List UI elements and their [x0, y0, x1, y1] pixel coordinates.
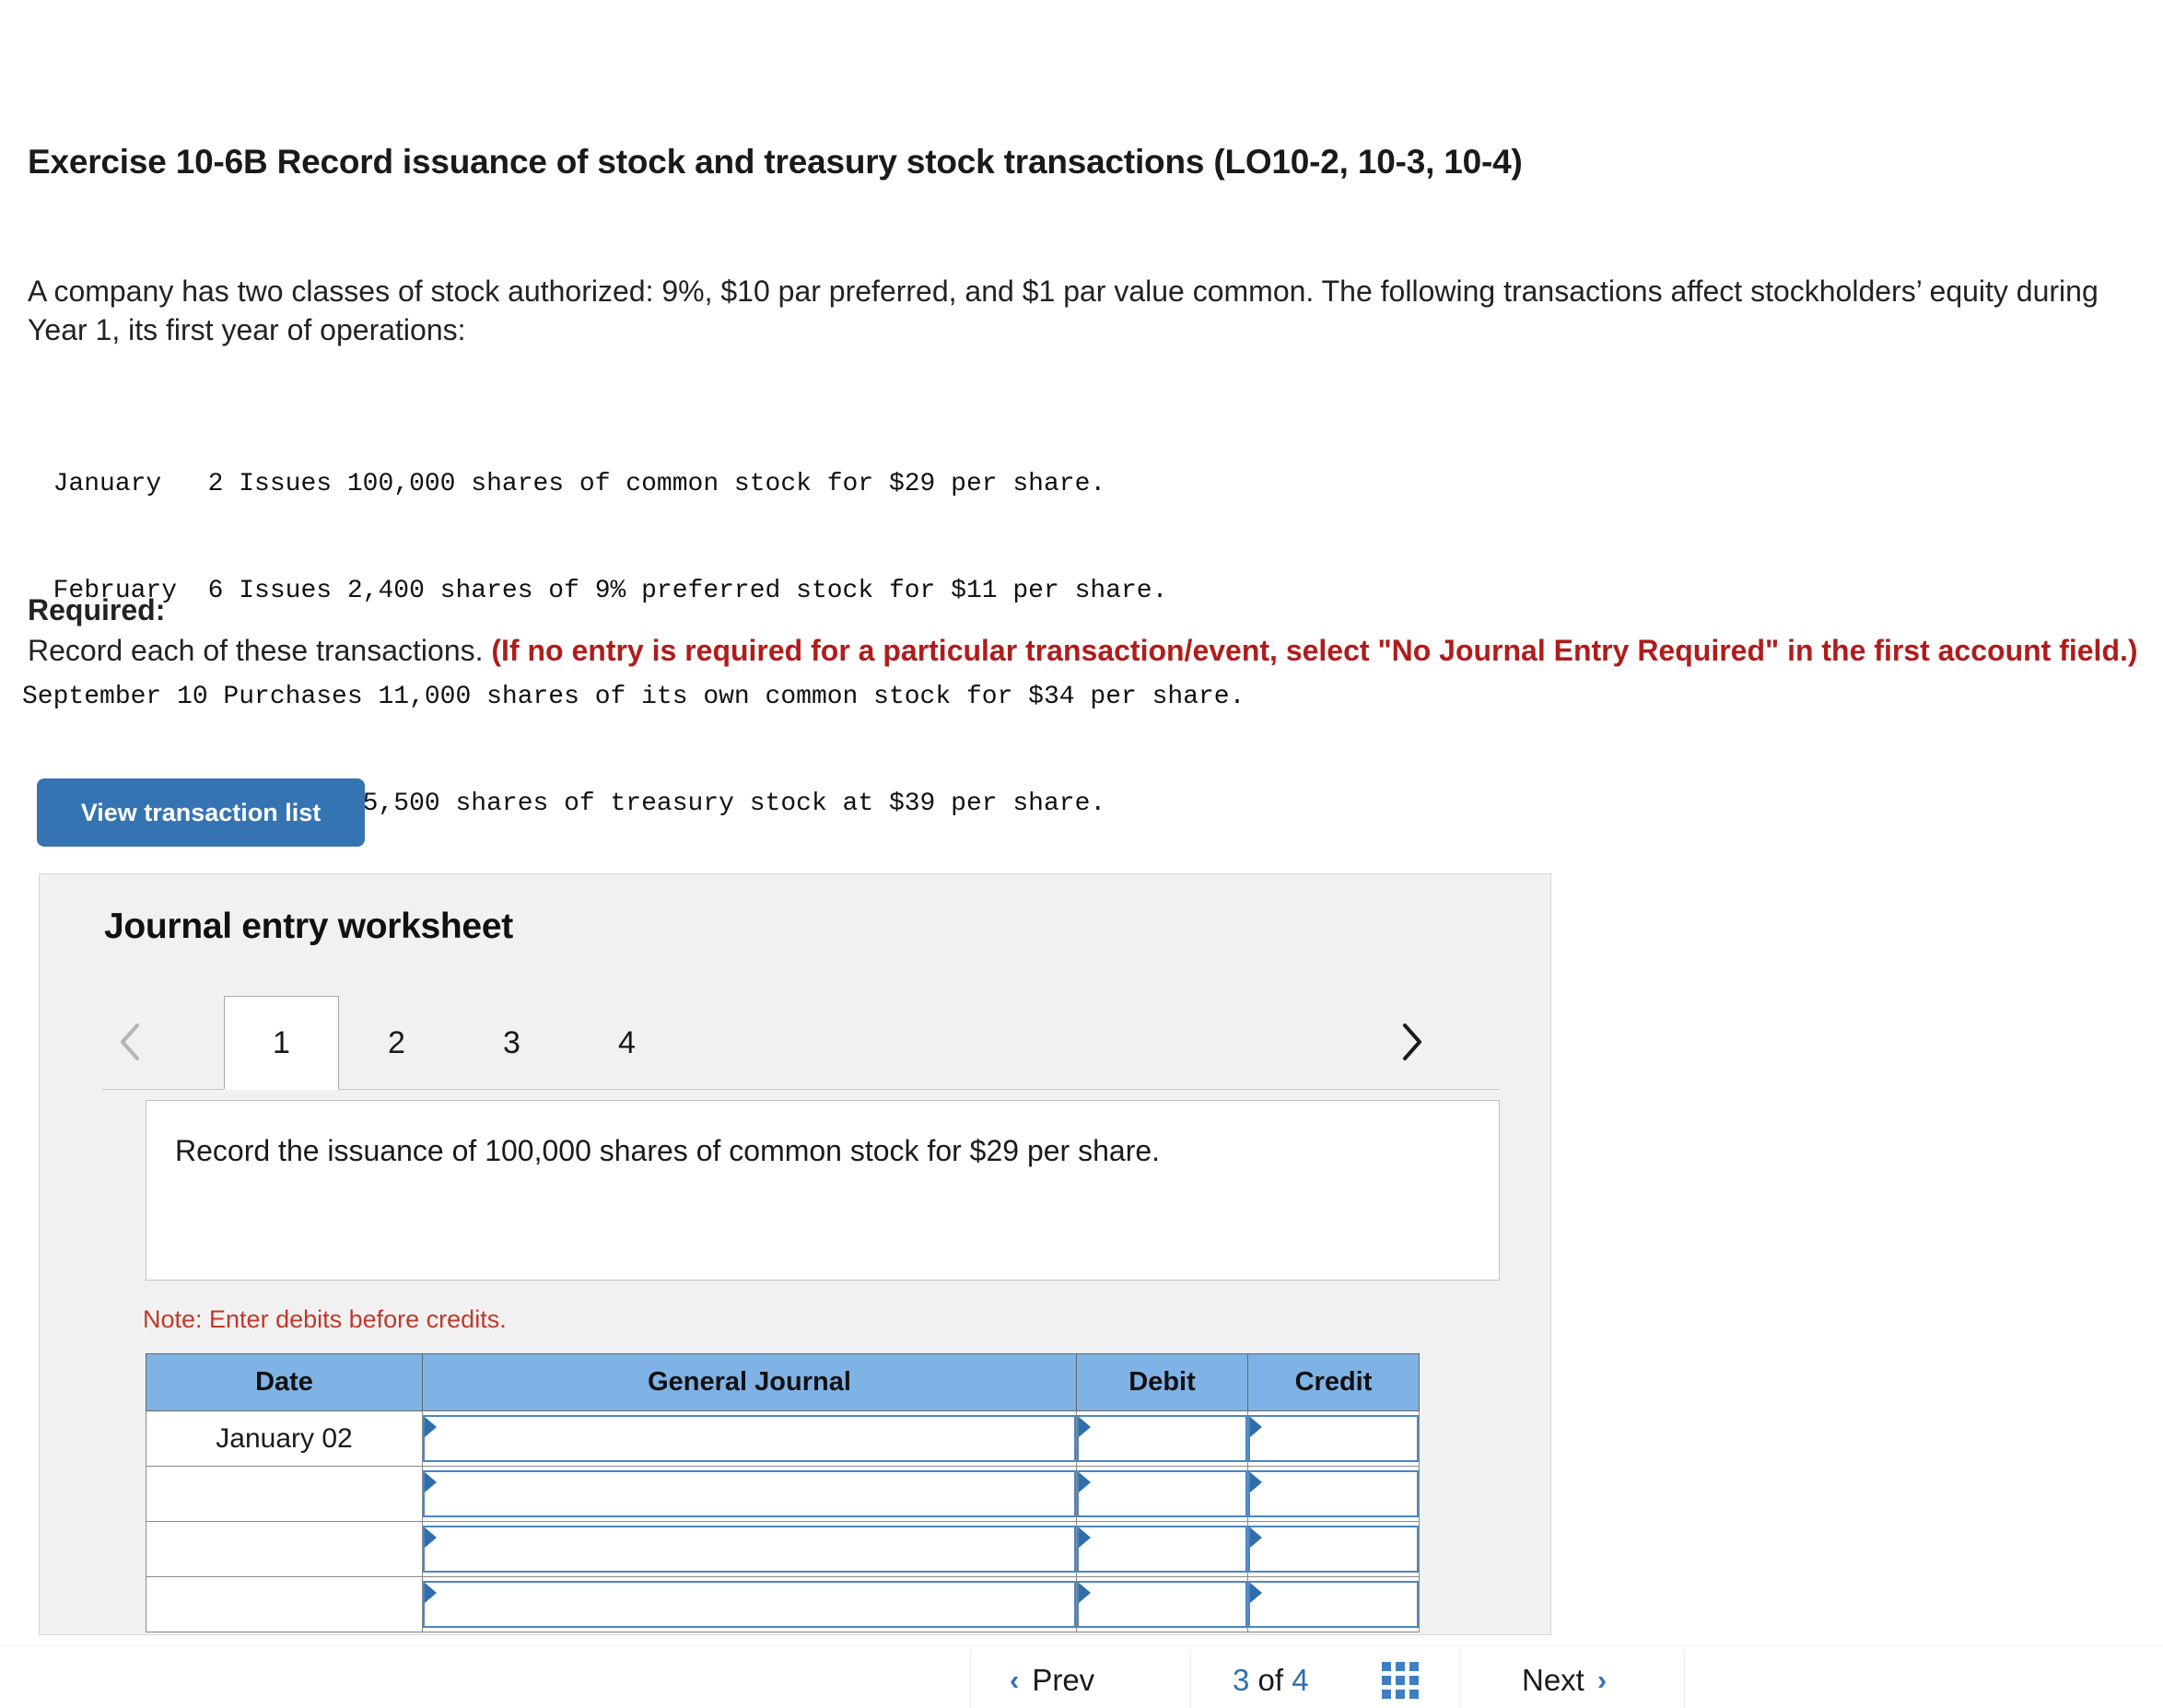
required-instruction: Record each of these transactions. [28, 634, 492, 667]
date-cell[interactable] [146, 1576, 423, 1632]
prev-question-button[interactable]: ‹ Prev [1010, 1654, 1094, 1707]
debit-input[interactable] [1077, 1581, 1247, 1628]
page-root: Exercise 10-6B Record issuance of stock … [0, 0, 2163, 1708]
credit-input[interactable] [1248, 1526, 1419, 1573]
next-question-button[interactable]: Next › [1522, 1654, 1607, 1707]
credit-cell[interactable] [1247, 1576, 1420, 1632]
column-header-debit: Debit [1076, 1353, 1248, 1411]
debit-input[interactable] [1077, 1470, 1247, 1517]
worksheet-tab-2[interactable]: 2 [339, 996, 454, 1090]
page-indicator: 3 of 4 [1233, 1654, 1309, 1707]
transaction-line: September 10 Purchases 11,000 shares of … [22, 683, 1245, 711]
journal-entry-table: Date General Journal Debit Credit Januar… [146, 1353, 1420, 1632]
debit-input[interactable] [1077, 1526, 1247, 1573]
grid-cell [1382, 1690, 1391, 1699]
column-header-credit: Credit [1247, 1353, 1420, 1411]
table-row: January 02 [146, 1410, 1420, 1467]
worksheet-tabstrip: 1 2 3 4 [40, 994, 1550, 1090]
grid-cell [1382, 1662, 1391, 1671]
worksheet-title: Journal entry worksheet [104, 907, 513, 946]
required-block: Required: Record each of these transacti… [28, 590, 2151, 671]
general-journal-cell[interactable] [422, 1410, 1077, 1467]
chevron-left-icon [121, 1024, 139, 1060]
account-select[interactable] [423, 1581, 1076, 1628]
debit-cell[interactable] [1076, 1521, 1248, 1577]
bottom-navigation-bar: ‹ Prev 3 of 4 Next › [0, 1645, 2163, 1708]
worksheet-tab-label: 1 [273, 1024, 290, 1060]
debit-cell[interactable] [1076, 1576, 1248, 1632]
credit-cell[interactable] [1247, 1466, 1420, 1522]
table-row [146, 1576, 1420, 1632]
debit-input[interactable] [1077, 1415, 1247, 1462]
worksheet-tab-3[interactable]: 3 [454, 996, 569, 1090]
page-title: Exercise 10-6B Record issuance of stock … [28, 143, 1523, 181]
column-header-date: Date [146, 1353, 423, 1411]
next-entry-chevron-icon[interactable] [1386, 1014, 1436, 1070]
table-row [146, 1466, 1420, 1522]
credit-input[interactable] [1248, 1415, 1419, 1462]
grid-cell [1409, 1690, 1419, 1699]
grid-cell [1409, 1676, 1419, 1685]
debit-cell[interactable] [1076, 1466, 1248, 1522]
date-cell[interactable]: January 02 [146, 1410, 423, 1467]
view-transaction-list-button[interactable]: View transaction list [37, 778, 365, 847]
page-of: of [1249, 1663, 1292, 1697]
chevron-right-icon: › [1596, 1664, 1608, 1696]
credit-cell[interactable] [1247, 1521, 1420, 1577]
table-header-row: Date General Journal Debit Credit [146, 1353, 1420, 1411]
page-total: 4 [1292, 1663, 1309, 1697]
journal-entry-worksheet-panel: Journal entry worksheet 1 2 3 4 Record t… [39, 873, 1551, 1635]
table-row [146, 1521, 1420, 1577]
account-select[interactable] [423, 1415, 1076, 1462]
credit-input[interactable] [1248, 1581, 1419, 1628]
grid-cell [1396, 1690, 1405, 1699]
entry-instruction-text: Record the issuance of 100,000 shares of… [175, 1134, 1161, 1167]
page-count: 3 of 4 [1233, 1663, 1309, 1698]
chevron-right-icon [1403, 1024, 1421, 1060]
date-cell[interactable] [146, 1521, 423, 1577]
worksheet-tab-label: 3 [503, 1024, 520, 1060]
account-select[interactable] [423, 1470, 1076, 1517]
grid-icon[interactable] [1382, 1662, 1419, 1699]
page-current: 3 [1233, 1663, 1250, 1697]
general-journal-cell[interactable] [422, 1576, 1077, 1632]
general-journal-cell[interactable] [422, 1466, 1077, 1522]
prev-entry-chevron-icon[interactable] [106, 1014, 156, 1070]
nav-divider [1190, 1650, 1191, 1708]
general-journal-cell[interactable] [422, 1521, 1077, 1577]
worksheet-tab-1[interactable]: 1 [224, 996, 339, 1090]
credit-input[interactable] [1248, 1470, 1419, 1517]
worksheet-tab-label: 4 [618, 1024, 636, 1060]
debit-cell[interactable] [1076, 1410, 1248, 1467]
column-header-general-journal: General Journal [422, 1353, 1077, 1411]
exercise-intro-paragraph: A company has two classes of stock autho… [28, 275, 2099, 346]
chevron-left-icon: ‹ [1010, 1664, 1020, 1696]
question-grid-button[interactable] [1382, 1654, 1419, 1707]
nav-divider [1684, 1650, 1685, 1708]
required-emphasis: (If no entry is required for a particula… [491, 634, 2138, 667]
next-label: Next [1522, 1663, 1584, 1697]
grid-cell [1396, 1676, 1405, 1685]
grid-cell [1382, 1676, 1391, 1685]
debits-before-credits-note: Note: Enter debits before credits. [143, 1305, 507, 1333]
required-label: Required: [28, 593, 166, 626]
transaction-line: January 2 Issues 100,000 shares of commo… [22, 470, 1106, 498]
account-select[interactable] [423, 1526, 1076, 1573]
worksheet-tab-4[interactable]: 4 [569, 996, 684, 1090]
date-cell[interactable] [146, 1466, 423, 1522]
grid-cell [1409, 1662, 1419, 1671]
nav-divider [1460, 1650, 1461, 1708]
prev-label: Prev [1032, 1663, 1095, 1697]
grid-cell [1396, 1662, 1405, 1671]
credit-cell[interactable] [1247, 1410, 1420, 1467]
entry-instruction-box: Record the issuance of 100,000 shares of… [146, 1100, 1500, 1281]
worksheet-tab-label: 2 [388, 1024, 405, 1060]
nav-divider [970, 1650, 971, 1708]
